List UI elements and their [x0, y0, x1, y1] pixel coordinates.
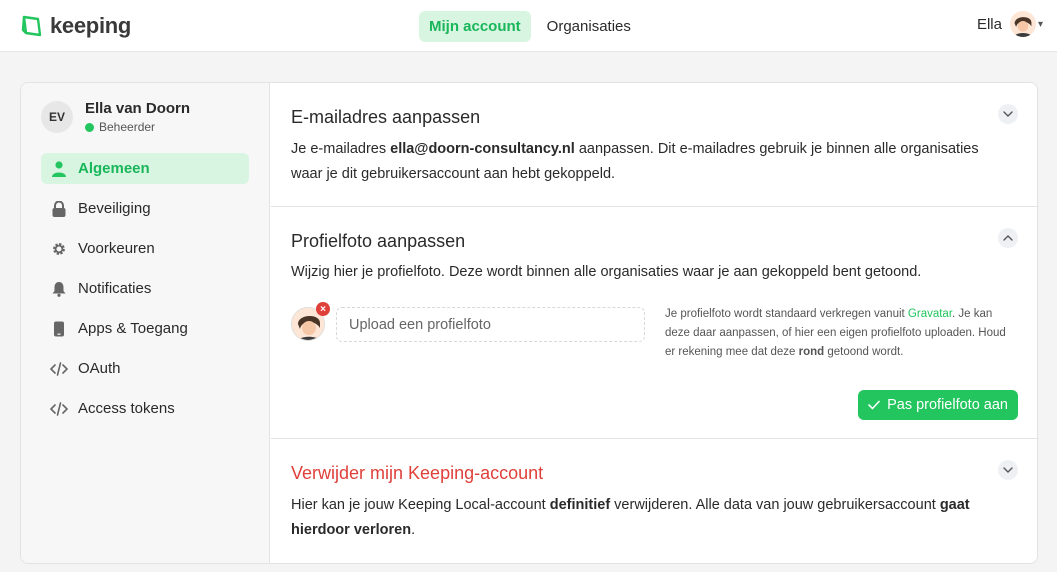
sidebar-item-label: Algemeen — [78, 160, 150, 177]
delete-section-text: Hier kan je jouw Keeping Local-account d… — [291, 493, 1011, 543]
profile-role: Beheerder — [85, 120, 190, 134]
tab-mijn-account[interactable]: Mijn account — [419, 11, 531, 42]
lock-icon — [50, 200, 68, 218]
logo-wordmark: keeping — [50, 13, 132, 38]
sidebar-item-notificaties[interactable]: Notificaties — [41, 273, 249, 304]
gear-icon — [50, 240, 68, 258]
photo-hint: Je profielfoto wordt standaard verkregen… — [665, 305, 1015, 362]
gravatar-link[interactable]: Gravatar — [908, 308, 952, 320]
email-address: ella@doorn-consultancy.nl — [390, 141, 575, 157]
delete-text-bold1: definitief — [549, 497, 611, 513]
sidebar-menu: Algemeen Beveiliging Voorkeuren Notifica… — [41, 153, 249, 433]
phone-icon — [50, 320, 68, 338]
code-icon — [50, 400, 68, 418]
photo-section-toggle[interactable] — [998, 228, 1018, 248]
settings-card: EV Ella van Doorn Beheerder Algemeen Bev… — [20, 82, 1038, 564]
hint-bold: rond — [798, 346, 825, 358]
sidebar-item-apps-toegang[interactable]: Apps & Toegang — [41, 313, 249, 344]
email-section: E-mailadres aanpassen Je e-mailadres ell… — [271, 83, 1037, 207]
chevron-up-icon — [1003, 235, 1013, 241]
keeping-logo[interactable]: keeping — [20, 13, 131, 39]
email-section-text: Je e-mailadres ella@doorn-consultancy.nl… — [291, 137, 1011, 187]
sidebar: EV Ella van Doorn Beheerder Algemeen Bev… — [21, 83, 270, 563]
user-menu[interactable]: Ella ▾ — [977, 11, 1043, 37]
sidebar-item-label: Beveiliging — [78, 200, 151, 217]
delete-section-title: Verwijder mijn Keeping-account — [291, 463, 544, 483]
sidebar-item-label: Access tokens — [78, 400, 175, 417]
sidebar-item-label: Voorkeuren — [78, 240, 155, 257]
sidebar-item-label: OAuth — [78, 360, 121, 377]
email-section-title: E-mailadres aanpassen — [291, 107, 481, 127]
sidebar-item-algemeen[interactable]: Algemeen — [41, 153, 249, 184]
sidebar-item-oauth[interactable]: OAuth — [41, 353, 249, 384]
avatar-initials: EV — [41, 101, 73, 133]
save-photo-label: Pas profielfoto aan — [887, 397, 1008, 413]
keeping-logo-icon — [21, 15, 42, 37]
chevron-down-icon — [1003, 467, 1013, 473]
sidebar-item-beveiliging[interactable]: Beveiliging — [41, 193, 249, 224]
user-name: Ella — [976, 15, 1002, 33]
delete-text-pre: Hier kan je jouw Keeping Local-account — [291, 497, 550, 513]
photo-section: Profielfoto aanpassen Wijzig hier je pro… — [271, 207, 1037, 439]
hint-post: getoond wordt. — [824, 346, 904, 358]
email-section-toggle[interactable] — [998, 104, 1018, 124]
sidebar-item-access-tokens[interactable]: Access tokens — [41, 393, 249, 424]
hint-pre: Je profielfoto wordt standaard verkregen… — [665, 308, 908, 320]
email-text-pre: Je e-mailadres — [291, 141, 391, 157]
check-icon — [868, 400, 880, 410]
status-dot — [85, 122, 94, 132]
code-icon — [50, 360, 68, 378]
close-icon: × — [320, 303, 326, 315]
upload-label: Upload een profielfoto — [349, 316, 491, 333]
avatar — [1009, 11, 1036, 37]
chevron-down-icon — [1003, 111, 1013, 117]
tab-organisaties[interactable]: Organisaties — [537, 11, 641, 42]
chevron-down-icon: ▾ — [1037, 18, 1043, 30]
sidebar-item-label: Apps & Toegang — [78, 320, 188, 337]
settings-content: E-mailadres aanpassen Je e-mailadres ell… — [271, 83, 1037, 563]
top-bar: keeping Mijn account Organisaties Ella ▾ — [0, 0, 1057, 52]
upload-photo-dropzone[interactable]: Upload een profielfoto — [336, 307, 645, 342]
user-icon — [50, 160, 68, 178]
sidebar-item-voorkeuren[interactable]: Voorkeuren — [41, 233, 249, 264]
save-photo-button[interactable]: Pas profielfoto aan — [858, 390, 1018, 420]
profile-summary: EV Ella van Doorn Beheerder — [41, 100, 190, 134]
delete-section: Verwijder mijn Keeping-account Hier kan … — [271, 439, 1037, 563]
profile-role-label: Beheerder — [99, 120, 156, 134]
delete-section-toggle[interactable] — [998, 460, 1018, 480]
photo-section-text: Wijzig hier je profielfoto. Deze wordt b… — [291, 264, 922, 280]
remove-photo-button[interactable]: × — [316, 302, 330, 316]
main-nav: Mijn account Organisaties — [419, 11, 641, 42]
delete-text-mid: verwijderen. Alle data van jouw gebruike… — [610, 497, 940, 513]
sidebar-item-label: Notificaties — [78, 280, 152, 297]
profile-name: Ella van Doorn — [85, 100, 191, 117]
bell-icon — [50, 280, 68, 298]
photo-section-title: Profielfoto aanpassen — [291, 231, 466, 251]
delete-text-post: . — [411, 522, 416, 538]
